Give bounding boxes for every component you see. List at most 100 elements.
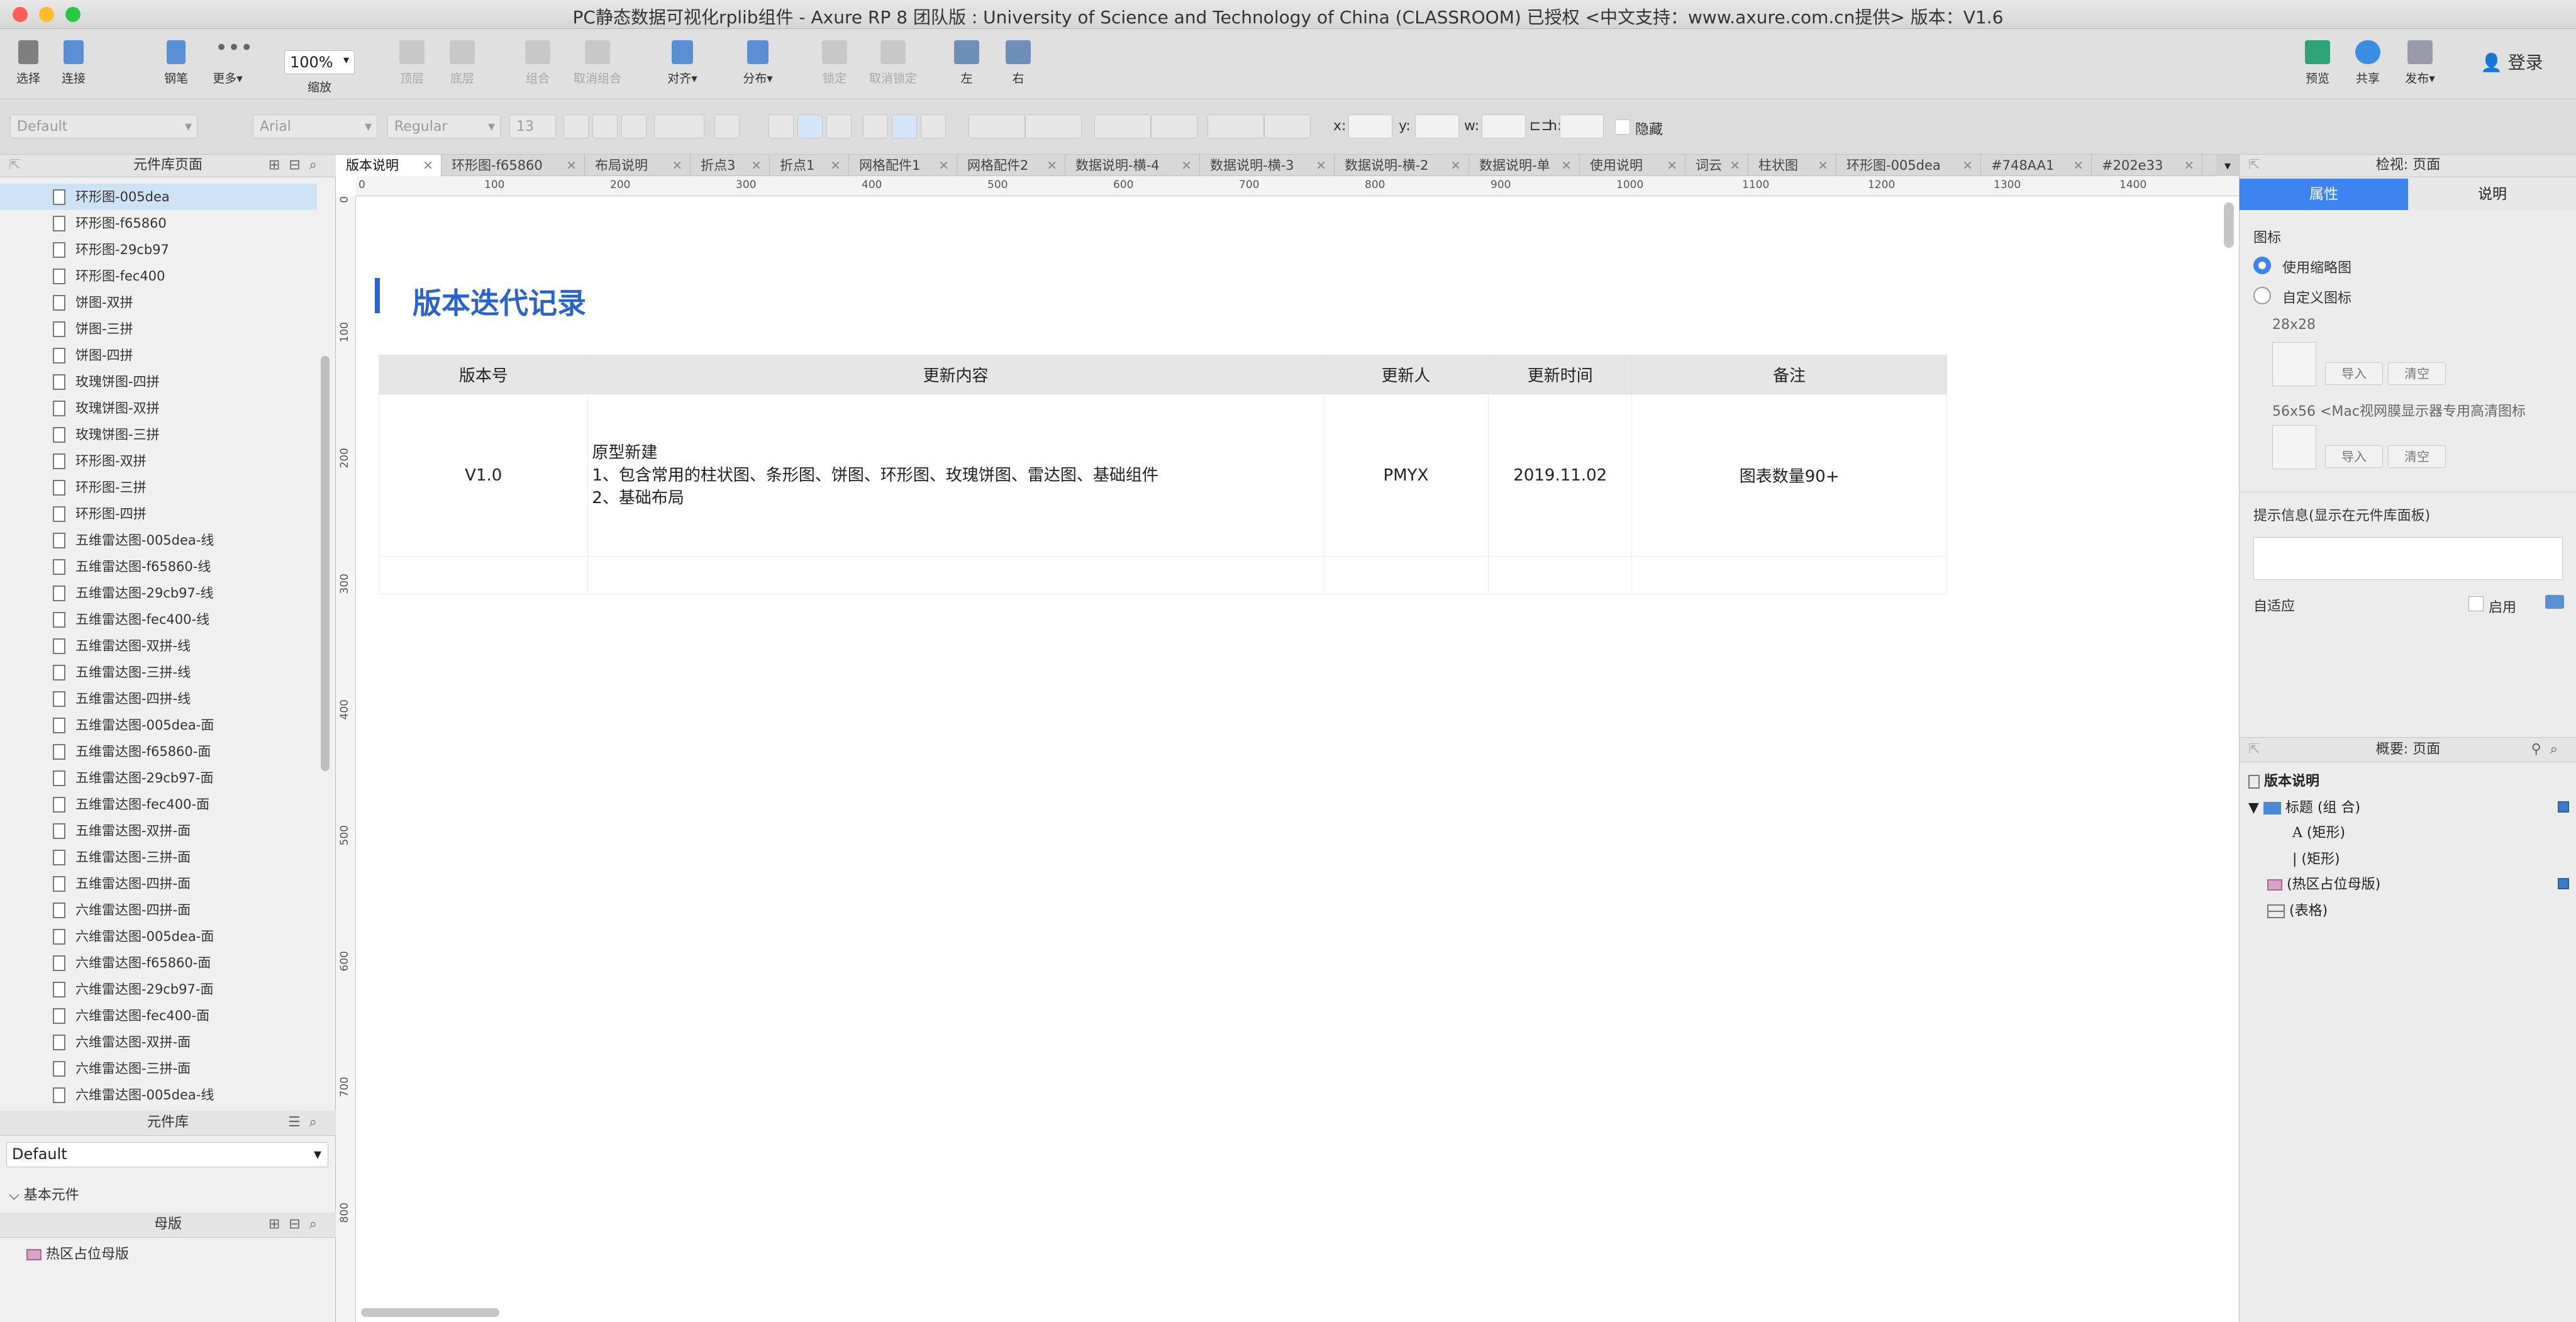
close-tab-icon[interactable]: ✕ (751, 155, 762, 176)
page-tree-item[interactable]: 玫瑰饼图-三拼 (0, 421, 317, 448)
close-tab-icon[interactable]: ✕ (1046, 155, 1057, 176)
bold-button[interactable] (564, 114, 589, 138)
distribute-button[interactable]: 分布▾ (730, 40, 786, 86)
fill-color-button[interactable] (969, 114, 1025, 138)
canvas-hscroll[interactable] (361, 1308, 499, 1317)
close-tab-icon[interactable]: ✕ (1729, 155, 1740, 176)
page-tree-item[interactable]: 五维雷达图-005dea-线 (0, 527, 317, 553)
lock-button[interactable]: 锁定 (806, 40, 863, 86)
group-button[interactable]: 组合 (509, 40, 566, 86)
page-tree-item[interactable]: 六维雷达图-005dea-面 (0, 923, 317, 950)
unlock-button[interactable]: 取消锁定 (862, 40, 924, 86)
page-tree-item[interactable]: 六维雷达图-29cb97-面 (0, 976, 317, 1003)
close-tab-icon[interactable]: ✕ (566, 155, 577, 176)
select-tool-button[interactable]: 选择 (11, 40, 45, 86)
align-right-button[interactable] (826, 114, 852, 138)
close-tab-icon[interactable]: ✕ (2184, 155, 2194, 176)
tab-page[interactable]: 词云 ✕ (1685, 155, 1748, 176)
page-tree-item[interactable]: 五维雷达图-fec400-面 (0, 791, 317, 818)
top-layer-button[interactable]: 顶层 (384, 40, 440, 86)
page-tree-item[interactable]: 五维雷达图-fec400-线 (0, 606, 317, 633)
use-thumbnail-radio[interactable] (2253, 257, 2271, 274)
page-tree-item[interactable]: 五维雷达图-29cb97-线 (0, 580, 317, 606)
tab-page[interactable]: #748AA1 ✕ (1981, 155, 2092, 176)
tab-page[interactable]: 数据说明-横-3 ✕ (1200, 155, 1335, 176)
y-input[interactable] (1415, 114, 1459, 138)
login-button[interactable]: 👤 登录 (2480, 49, 2543, 74)
connect-tool-button[interactable]: 连接 (49, 40, 98, 86)
align-middle-button[interactable] (892, 114, 917, 138)
page-tree-item[interactable]: 六维雷达图-双拼-面 (0, 1029, 317, 1055)
page-tree-item[interactable]: 五维雷达图-四拼-面 (0, 870, 317, 897)
tab-notes[interactable]: 说明 (2408, 179, 2576, 210)
close-tab-icon[interactable]: ✕ (830, 155, 841, 176)
line-style-button[interactable] (1208, 114, 1264, 138)
align-top-button[interactable] (863, 114, 888, 138)
page-tree-item[interactable]: 环形图-双拼 (0, 448, 317, 474)
close-tab-icon[interactable]: ✕ (1316, 155, 1326, 176)
font-weight-select[interactable]: Regular ▾ (387, 114, 501, 138)
tab-page[interactable]: 环形图-f65860 ✕ (441, 155, 585, 176)
import-56-button[interactable]: 导入 (2325, 445, 2383, 468)
master-item[interactable]: 热区占位母版 (26, 1243, 129, 1263)
shadow-button[interactable] (1025, 114, 1082, 138)
outline-rect-2[interactable]: | (矩形) (2292, 848, 2340, 868)
close-tab-icon[interactable]: ✕ (1962, 155, 1973, 176)
page-tree-item[interactable]: 环形图-005dea (0, 184, 317, 210)
page-tree-item[interactable]: 环形图-29cb97 (0, 236, 317, 263)
tooltip-textarea[interactable] (2253, 537, 2563, 580)
height-input[interactable] (1560, 114, 1604, 138)
bullet-button[interactable] (714, 114, 740, 138)
custom-icon-radio[interactable] (2253, 287, 2271, 304)
outline-master[interactable]: (热区占位母版) (2267, 873, 2380, 893)
page-tree-item[interactable]: 五维雷达图-三拼-线 (0, 659, 317, 686)
page-tree-item[interactable]: 玫瑰饼图-双拼 (0, 395, 317, 421)
close-tab-icon[interactable]: ✕ (938, 155, 949, 176)
page-tree-item[interactable]: 五维雷达图-双拼-线 (0, 633, 317, 659)
tab-page[interactable]: 折点3 ✕ (691, 155, 770, 176)
adaptive-checkbox[interactable] (2468, 596, 2484, 611)
library-select[interactable]: Default ▾ (6, 1142, 328, 1167)
tab-page[interactable]: 数据说明-单 ✕ (1469, 155, 1580, 176)
hide-checkbox[interactable] (1615, 119, 1630, 135)
zoom-select[interactable]: 100% ▾ (284, 50, 355, 74)
pen-tool-button[interactable]: 钢笔 (151, 40, 201, 86)
page-tree-item[interactable]: 环形图-四拼 (0, 501, 317, 527)
tab-page[interactable]: 版本说明 ✕ (336, 155, 441, 176)
tab-page[interactable]: 柱状图 ✕ (1748, 155, 1836, 176)
library-menu-icons[interactable]: ☰⌕ (288, 1111, 326, 1135)
arrow-style-button[interactable] (1264, 114, 1311, 138)
style-select[interactable]: Default ▾ (10, 114, 197, 138)
tab-properties[interactable]: 属性 (2240, 179, 2408, 210)
tab-page[interactable]: 数据说明-横-4 ✕ (1065, 155, 1200, 176)
design-canvas[interactable]: 版本迭代记录 版本号 更新内容 更新人 更新时间 备注 V1.0 原型新建 1、… (356, 196, 2239, 1322)
clear-56-button[interactable]: 清空 (2388, 445, 2446, 468)
font-color-button[interactable] (654, 114, 704, 138)
font-size-select[interactable]: 13 (509, 114, 556, 138)
page-tree-item[interactable]: 饼图-双拼 (0, 289, 317, 316)
page-tree-item[interactable]: 饼图-四拼 (0, 342, 317, 369)
page-tree-item[interactable]: 五维雷达图-双拼-面 (0, 818, 317, 844)
page-tree-item[interactable]: 环形图-f65860 (0, 210, 317, 236)
page-tree-item[interactable]: 六维雷达图-fec400-面 (0, 1003, 317, 1029)
page-tree-item[interactable]: 玫瑰饼图-四拼 (0, 369, 317, 395)
font-select[interactable]: Arial ▾ (253, 114, 377, 138)
align-left-button[interactable] (769, 114, 794, 138)
adaptive-settings-icon[interactable] (2545, 595, 2564, 609)
tab-page[interactable]: #202e33 ✕ (2092, 155, 2202, 176)
close-tab-icon[interactable]: ✕ (1181, 155, 1192, 176)
right-panel-toggle[interactable]: 右 (996, 40, 1040, 86)
share-button[interactable]: 共享 (2340, 40, 2396, 86)
page-tree-item[interactable]: 五维雷达图-005dea-面 (0, 712, 317, 738)
close-tab-icon[interactable]: ✕ (1450, 155, 1461, 176)
tab-page[interactable]: 数据说明-横-2 ✕ (1335, 155, 1469, 176)
import-28-button[interactable]: 导入 (2325, 362, 2383, 385)
collapse-icon[interactable]: ⇱ (2248, 738, 2260, 762)
page-tree-item[interactable]: 五维雷达图-f65860-面 (0, 738, 317, 765)
page-tree-item[interactable]: 五维雷达图-三拼-面 (0, 844, 317, 870)
outline-table[interactable]: (表格) (2267, 899, 2328, 919)
page-tree-item[interactable]: 环形图-三拼 (0, 474, 317, 501)
page-heading[interactable]: 版本迭代记录 (413, 281, 586, 322)
page-tree-item[interactable]: 五维雷达图-f65860-线 (0, 553, 317, 580)
close-tab-icon[interactable]: ✕ (1561, 155, 1572, 176)
